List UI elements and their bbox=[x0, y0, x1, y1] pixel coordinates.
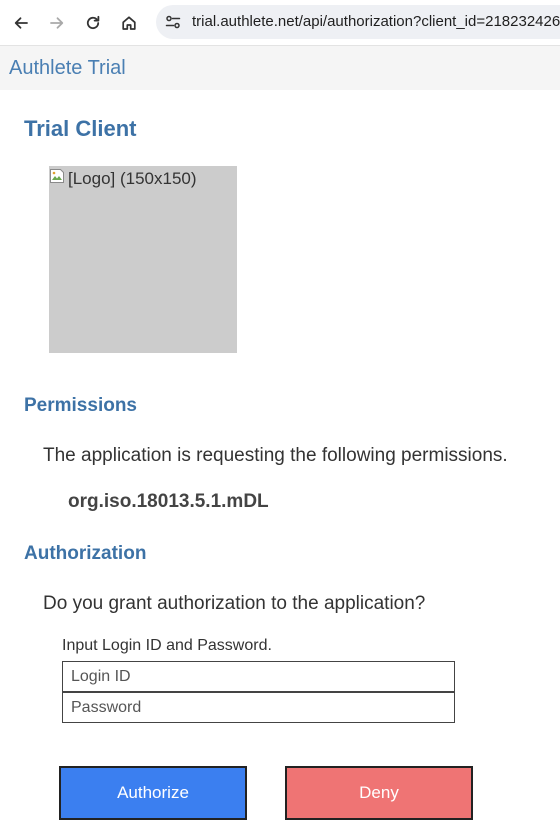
permissions-description: The application is requesting the follow… bbox=[43, 445, 508, 466]
broken-image-icon bbox=[50, 169, 64, 183]
url-text[interactable]: trial.authlete.net/api/authorization?cli… bbox=[192, 13, 560, 30]
login-id-input[interactable] bbox=[62, 661, 455, 692]
address-bar[interactable]: trial.authlete.net/api/authorization?cli… bbox=[156, 5, 560, 39]
password-input[interactable] bbox=[62, 692, 455, 723]
logo-alt-text: [Logo] (150x150) bbox=[68, 169, 197, 188]
site-header: Authlete Trial bbox=[0, 46, 560, 90]
authorization-heading: Authorization bbox=[24, 543, 147, 564]
site-settings-icon[interactable] bbox=[164, 13, 182, 31]
browser-toolbar: trial.authlete.net/api/authorization?cli… bbox=[0, 0, 560, 46]
reload-icon[interactable] bbox=[81, 11, 105, 35]
home-icon[interactable] bbox=[117, 11, 141, 35]
authorization-question: Do you grant authorization to the applic… bbox=[43, 593, 426, 614]
deny-button[interactable]: Deny bbox=[285, 766, 473, 820]
authorize-button[interactable]: Authorize bbox=[59, 766, 247, 820]
back-icon[interactable] bbox=[9, 11, 33, 35]
permissions-heading: Permissions bbox=[24, 395, 137, 416]
login-instructions: Input Login ID and Password. bbox=[62, 637, 272, 654]
forward-icon[interactable] bbox=[45, 11, 69, 35]
scope-item: org.iso.18013.5.1.mDL bbox=[68, 491, 269, 512]
brand-title[interactable]: Authlete Trial bbox=[9, 57, 126, 80]
client-name: Trial Client bbox=[24, 116, 137, 141]
client-logo: [Logo] (150x150) bbox=[49, 166, 237, 353]
